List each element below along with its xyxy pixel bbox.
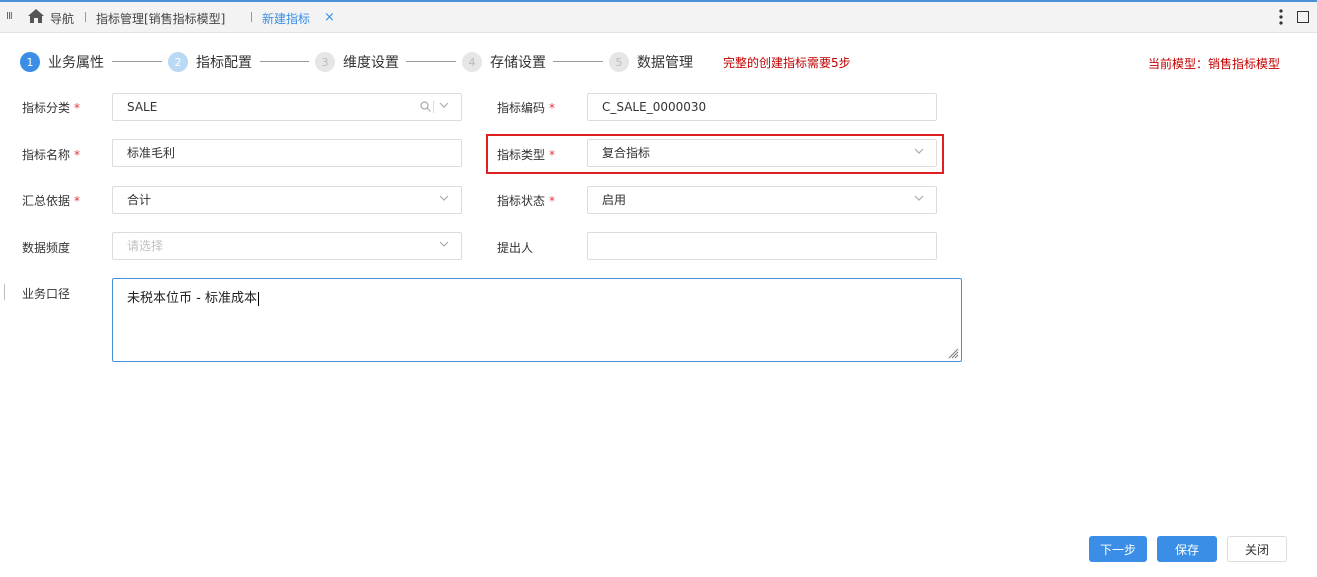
more-vertical-icon[interactable] bbox=[1279, 9, 1283, 25]
step-label: 维度设置 bbox=[343, 55, 399, 71]
code-input[interactable]: C_SALE_0000030 bbox=[587, 93, 937, 121]
step-label: 数据管理 bbox=[637, 55, 693, 71]
status-select[interactable]: 启用 bbox=[587, 186, 937, 214]
step-connector bbox=[406, 61, 456, 62]
chevron-down-icon bbox=[914, 195, 924, 201]
maximize-icon[interactable] bbox=[1297, 11, 1309, 23]
step-connector bbox=[112, 61, 162, 62]
close-tab-icon[interactable]: × bbox=[324, 10, 335, 25]
step-number: 3 bbox=[315, 52, 335, 72]
type-select[interactable]: 复合指标 bbox=[587, 139, 937, 167]
step-number: 5 bbox=[609, 52, 629, 72]
row-marker bbox=[4, 284, 5, 300]
chevron-down-icon bbox=[914, 148, 924, 154]
step-label: 业务属性 bbox=[48, 55, 104, 71]
divider bbox=[433, 101, 434, 113]
text-caret bbox=[257, 291, 259, 306]
wizard-steps: 1 业务属性 2 指标配置 3 维度设置 4 存储设置 5 数据管理 完整的创建… bbox=[20, 50, 1310, 74]
label-type: 指标类型 * bbox=[497, 148, 556, 162]
label-name: 指标名称 * bbox=[22, 148, 81, 162]
menu-grip-icon[interactable]: III bbox=[6, 11, 13, 22]
step-connector bbox=[260, 61, 309, 62]
steps-hint: 完整的创建指标需要5步 bbox=[723, 56, 851, 70]
name-input[interactable]: 标准毛利 bbox=[112, 139, 462, 167]
next-step-button[interactable]: 下一步 bbox=[1089, 536, 1147, 562]
tab-bar: III 导航 指标管理[销售指标模型] 新建指标 × bbox=[0, 0, 1317, 33]
resize-handle-icon[interactable] bbox=[947, 347, 959, 359]
search-icon[interactable] bbox=[420, 101, 431, 112]
tab-metric-management[interactable]: 指标管理[销售指标模型] bbox=[96, 10, 225, 27]
category-select[interactable]: SALE bbox=[112, 93, 462, 121]
step-label: 指标配置 bbox=[196, 55, 252, 71]
label-frequency: 数据频度 bbox=[22, 241, 71, 255]
tab-new-metric[interactable]: 新建指标 bbox=[262, 10, 310, 27]
current-model-label: 当前模型：销售指标模型 bbox=[1147, 57, 1280, 71]
step-storage-settings[interactable]: 4 存储设置 bbox=[462, 50, 546, 74]
business-caliber-textarea[interactable]: 未税本位币 - 标准成本 bbox=[112, 278, 962, 362]
aggregation-select[interactable]: 合计 bbox=[112, 186, 462, 214]
close-button[interactable]: 关闭 bbox=[1227, 536, 1287, 562]
step-connector bbox=[553, 61, 603, 62]
chevron-down-icon bbox=[439, 241, 449, 247]
save-button[interactable]: 保存 bbox=[1157, 536, 1217, 562]
frequency-select[interactable]: 请选择 bbox=[112, 232, 462, 260]
label-aggregation: 汇总依据 * bbox=[22, 194, 81, 208]
step-number: 2 bbox=[168, 52, 188, 72]
step-number: 1 bbox=[20, 52, 40, 72]
step-data-management[interactable]: 5 数据管理 bbox=[609, 50, 693, 74]
label-code: 指标编码 * bbox=[497, 101, 556, 115]
label-proposer: 提出人 bbox=[497, 241, 534, 255]
tab-divider bbox=[85, 12, 86, 22]
chevron-down-icon bbox=[439, 102, 449, 108]
step-number: 4 bbox=[462, 52, 482, 72]
home-icon[interactable] bbox=[28, 9, 44, 23]
chevron-down-icon bbox=[439, 195, 449, 201]
proposer-input[interactable] bbox=[587, 232, 937, 260]
label-category: 指标分类 * bbox=[22, 101, 81, 115]
step-metric-config[interactable]: 2 指标配置 bbox=[168, 50, 252, 74]
step-business-attributes[interactable]: 1 业务属性 bbox=[20, 50, 104, 74]
label-business-caliber: 业务口径 bbox=[22, 287, 71, 301]
step-label: 存储设置 bbox=[490, 55, 546, 71]
tab-divider bbox=[251, 12, 252, 22]
tab-navigation[interactable]: 导航 bbox=[50, 10, 74, 27]
step-dimension-settings[interactable]: 3 维度设置 bbox=[315, 50, 399, 74]
label-status: 指标状态 * bbox=[497, 194, 556, 208]
